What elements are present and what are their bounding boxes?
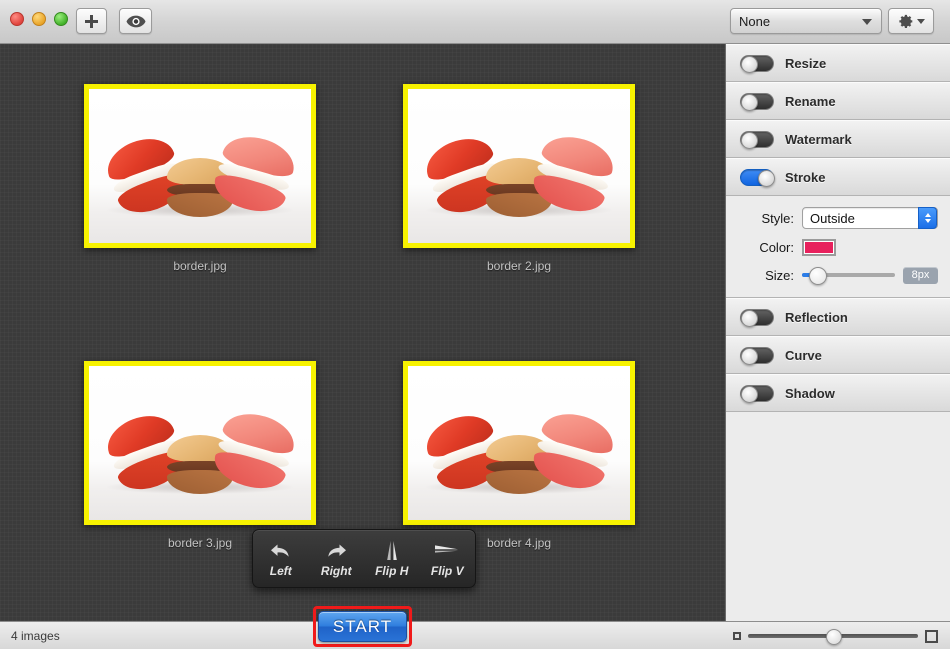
minimize-button[interactable] <box>32 12 46 26</box>
macaron-photo <box>408 89 630 243</box>
settings-menu-button[interactable] <box>888 8 934 34</box>
start-button[interactable]: START <box>318 611 407 642</box>
transform-toolbar: Left Right Flip H Flip V <box>252 529 476 588</box>
gear-icon <box>899 14 913 28</box>
flip-vertical-label: Flip V <box>430 563 464 578</box>
plus-icon <box>85 14 98 28</box>
curve-toggle[interactable] <box>740 346 774 365</box>
flip-horizontal-icon <box>381 540 403 562</box>
stroke-style-select[interactable]: Outside <box>802 207 938 229</box>
panel-row-resize[interactable]: Resize <box>726 44 950 82</box>
watermark-label: Watermark <box>785 131 852 147</box>
stroke-size-row: Size: 8px <box>738 266 938 285</box>
panel-row-rename[interactable]: Rename <box>726 82 950 120</box>
large-thumbnail-icon[interactable] <box>925 629 938 643</box>
preset-dropdown-value: None <box>739 13 771 29</box>
macaron-photo <box>89 89 311 243</box>
stroke-size-value: 8px <box>903 266 938 284</box>
macaron-photo <box>408 366 630 520</box>
panel-row-reflection[interactable]: Reflection <box>726 298 950 336</box>
thumbnail-item[interactable]: border 4.jpg <box>403 361 635 550</box>
stepper-arrows-icon[interactable] <box>918 207 937 229</box>
stroke-style-row: Style: Outside <box>738 207 938 229</box>
shadow-toggle[interactable] <box>740 384 774 403</box>
thumbnail-item[interactable]: border.jpg <box>84 84 316 273</box>
preview-button[interactable] <box>119 8 152 34</box>
eye-icon <box>126 15 145 27</box>
watermark-toggle[interactable] <box>740 130 774 149</box>
stroke-options: Style: Outside Color: Size: 8px <box>726 196 950 298</box>
resize-label: Resize <box>785 55 827 71</box>
thumbnail-image-frame <box>403 84 635 248</box>
resize-toggle[interactable] <box>740 54 774 73</box>
thumbnail-caption: border.jpg <box>173 259 227 273</box>
stroke-size-slider[interactable] <box>802 266 895 285</box>
panel-row-watermark[interactable]: Watermark <box>726 120 950 158</box>
rotate-left-label: Left <box>269 563 292 578</box>
flip-vertical-button[interactable]: Flip V <box>420 530 476 587</box>
rotate-right-button[interactable]: Right <box>309 530 365 587</box>
thumbnail-image-frame <box>403 361 635 525</box>
window-controls <box>10 12 68 26</box>
small-thumbnail-icon[interactable] <box>733 632 741 640</box>
rotate-left-icon <box>269 540 293 562</box>
effects-panel: Resize Rename Watermark Stroke Style: Ou… <box>725 44 950 621</box>
thumbnail-caption: border 2.jpg <box>486 259 552 273</box>
image-count-label: 4 images <box>11 628 60 643</box>
reflection-toggle[interactable] <box>740 308 774 327</box>
stroke-color-swatch[interactable] <box>802 239 836 256</box>
rotate-right-icon <box>324 540 348 562</box>
flip-vertical-icon <box>434 540 460 562</box>
stroke-color-label: Color: <box>759 240 794 255</box>
chevron-down-icon <box>917 18 925 24</box>
macaron-photo <box>89 366 311 520</box>
panel-row-stroke[interactable]: Stroke <box>726 158 950 196</box>
thumbnail-item[interactable]: border 2.jpg <box>403 84 635 273</box>
panel-row-shadow[interactable]: Shadow <box>726 374 950 412</box>
title-bar: None <box>0 0 950 44</box>
thumbnail-image-frame <box>84 361 316 525</box>
thumbnail-zoom-control[interactable] <box>733 628 938 645</box>
shadow-label: Shadow <box>785 385 835 401</box>
close-button[interactable] <box>10 12 24 26</box>
flip-horizontal-label: Flip H <box>375 563 409 578</box>
rotate-right-label: Right <box>320 563 352 578</box>
slider-knob[interactable] <box>809 267 827 285</box>
reflection-label: Reflection <box>785 309 848 325</box>
add-images-button[interactable] <box>76 8 107 34</box>
panel-row-curve[interactable]: Curve <box>726 336 950 374</box>
curve-label: Curve <box>785 347 822 363</box>
stroke-style-value: Outside <box>810 210 855 226</box>
flip-horizontal-button[interactable]: Flip H <box>364 530 420 587</box>
app-window: None border.jpg border 2.jpg border 3.jp… <box>0 0 950 649</box>
status-bar: 4 images <box>0 621 950 649</box>
zoom-slider[interactable] <box>748 629 918 645</box>
zoom-slider-knob[interactable] <box>826 629 843 645</box>
stroke-size-label: Size: <box>765 267 794 283</box>
rename-label: Rename <box>785 93 836 109</box>
stroke-style-label: Style: <box>761 210 794 226</box>
thumbnail-item[interactable]: border 3.jpg <box>84 361 316 550</box>
rename-toggle[interactable] <box>740 92 774 111</box>
stroke-toggle[interactable] <box>740 168 775 187</box>
zoom-button[interactable] <box>54 12 68 26</box>
thumbnail-image-frame <box>84 84 316 248</box>
preset-dropdown[interactable]: None <box>730 8 882 34</box>
stroke-label: Stroke <box>785 169 826 185</box>
chevron-down-icon <box>862 19 872 25</box>
rotate-left-button[interactable]: Left <box>253 530 309 587</box>
stroke-color-row: Color: <box>738 239 938 256</box>
